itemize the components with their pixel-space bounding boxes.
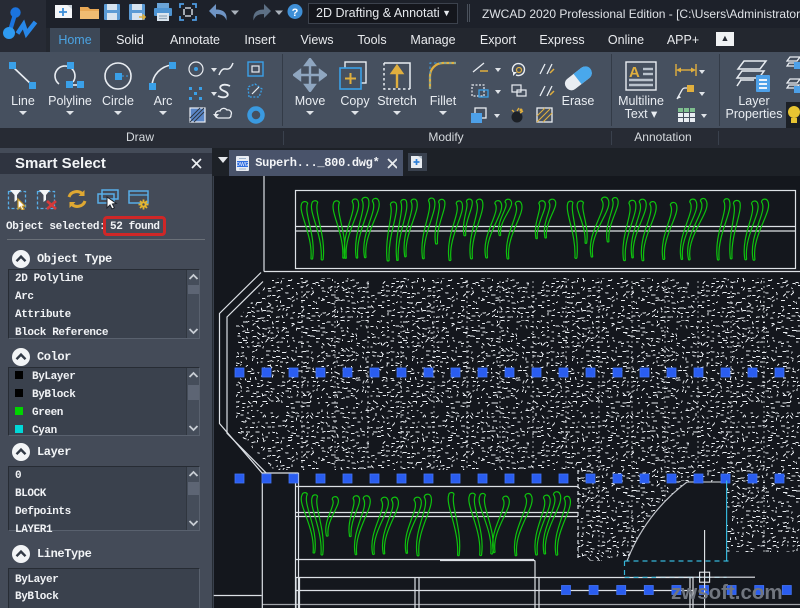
svg-text:zwsoft.com: zwsoft.com	[671, 581, 783, 604]
svg-text:A: A	[629, 64, 640, 81]
svg-text:DWG: DWG	[236, 162, 248, 168]
svg-text:?: ?	[292, 7, 299, 19]
